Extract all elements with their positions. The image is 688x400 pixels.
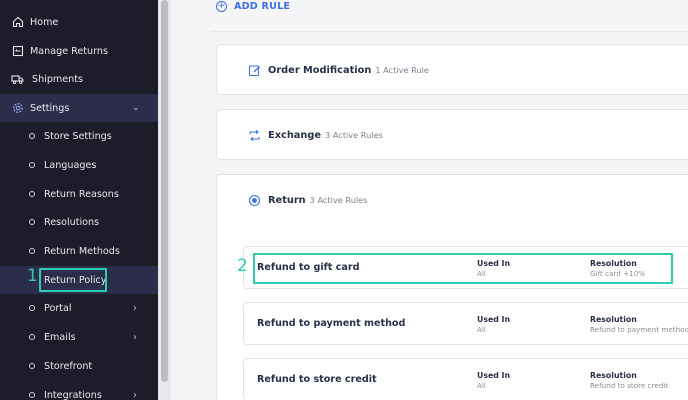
main-content: + ADD RULE Order Modification 1 Active R… [171, 0, 688, 400]
gear-icon [11, 102, 24, 115]
divider [211, 31, 688, 32]
chevron-right-icon: › [133, 302, 137, 314]
scrollbar-thumb[interactable] [161, 0, 168, 382]
sidebar-scrollbar[interactable] [158, 0, 171, 400]
bullet-icon [29, 191, 35, 197]
sidebar-sub-resolutions[interactable]: Resolutions [0, 208, 158, 236]
truck-icon [11, 73, 24, 86]
sidebar-sub-integrations[interactable]: Integrations › [0, 381, 158, 400]
sidebar-sub-return-methods[interactable]: Return Methods [0, 237, 158, 265]
sidebar-sub-store-settings[interactable]: Store Settings [0, 122, 158, 150]
gift-card-rule-highlight [253, 253, 673, 284]
home-icon [11, 16, 24, 29]
sidebar-sub-emails[interactable]: Emails › [0, 323, 158, 351]
sidebar-sub-storefront[interactable]: Storefront [0, 352, 158, 380]
chevron-down-icon: ⌄ [132, 103, 140, 113]
rule-row-refund-store-credit[interactable]: Refund to store credit Used In All Resol… [243, 358, 688, 400]
card-order-modification[interactable]: Order Modification 1 Active Rule [216, 44, 688, 95]
rule-row-refund-payment-method[interactable]: Refund to payment method Used In All Res… [243, 302, 688, 345]
returns-icon [11, 45, 24, 58]
sidebar-item-shipments[interactable]: Shipments [0, 65, 158, 93]
sidebar: Home Manage Returns Shipments Settings ⌄… [0, 0, 158, 400]
card-exchange[interactable]: Exchange 3 Active Rules [216, 109, 688, 160]
bullet-icon [29, 219, 35, 225]
step-marker-2: 2 [237, 256, 248, 276]
bullet-icon [29, 392, 35, 398]
sidebar-item-settings[interactable]: Settings ⌄ [0, 94, 158, 122]
bullet-icon [29, 305, 35, 311]
bullet-icon [29, 133, 35, 139]
return-icon [247, 193, 261, 207]
exchange-icon [247, 128, 261, 142]
sidebar-item-home[interactable]: Home [0, 8, 158, 36]
add-rule-button[interactable]: + ADD RULE [216, 1, 290, 12]
chevron-right-icon: › [133, 331, 137, 343]
return-policy-highlight [39, 268, 107, 292]
bullet-icon [29, 334, 35, 340]
sidebar-item-manage-returns[interactable]: Manage Returns [0, 37, 158, 65]
bullet-icon [29, 363, 35, 369]
chevron-right-icon: › [133, 389, 137, 400]
step-marker-1: 1 [27, 266, 38, 286]
bullet-icon [29, 248, 35, 254]
bullet-icon [29, 162, 35, 168]
sidebar-sub-portal[interactable]: Portal › [0, 294, 158, 322]
sidebar-sub-languages[interactable]: Languages [0, 151, 158, 179]
plus-circle-icon: + [216, 1, 227, 12]
edit-icon [247, 63, 261, 77]
sidebar-sub-return-reasons[interactable]: Return Reasons [0, 180, 158, 208]
